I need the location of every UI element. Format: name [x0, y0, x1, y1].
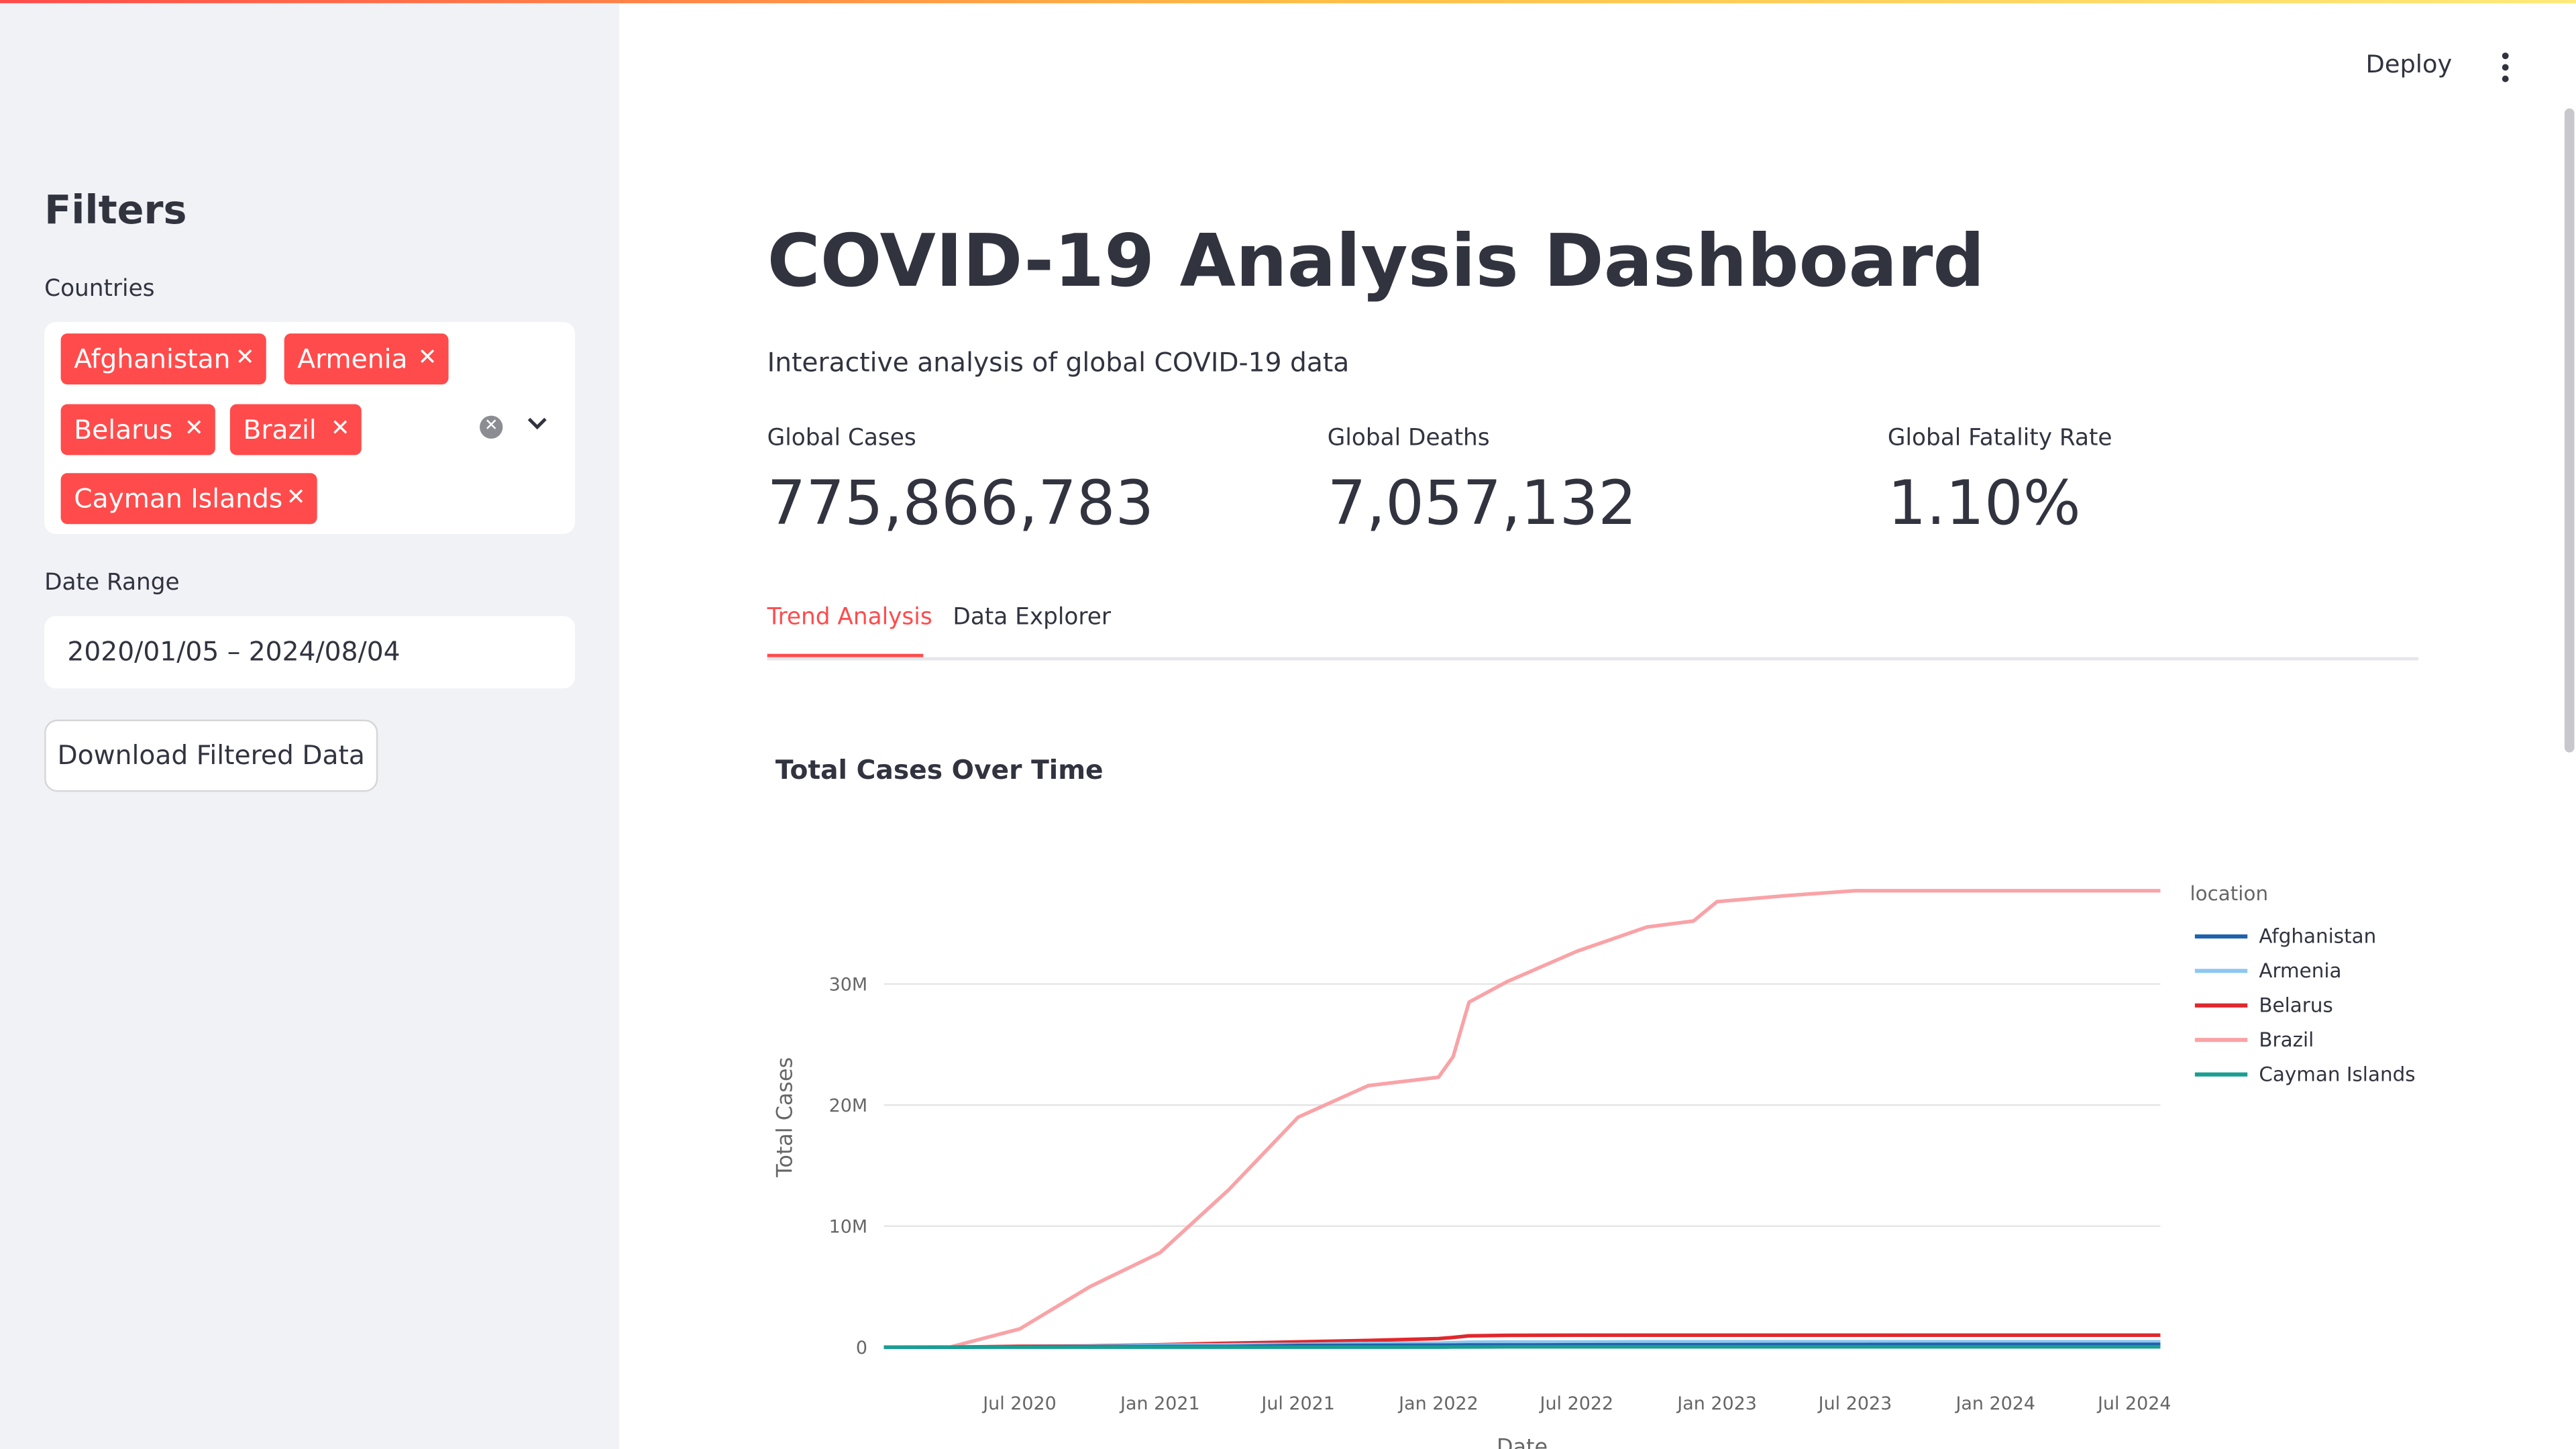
x-tick-label: Jul 2021 [1260, 1393, 1335, 1414]
legend-item: Afghanistan [2259, 925, 2376, 948]
metric-label: Global Deaths [1327, 425, 1490, 452]
country-tag-label: Cayman Islands [74, 483, 283, 515]
download-button[interactable]: Download Filtered Data [44, 719, 378, 792]
metric-value: 1.10% [1887, 468, 2081, 539]
countries-label: Countries [44, 276, 155, 303]
remove-tag-icon[interactable]: ✕ [235, 333, 255, 384]
chart-title: Total Cases Over Time [775, 754, 1104, 786]
country-tag-label: Armenia [297, 343, 408, 375]
page-subtitle: Interactive analysis of global COVID-19 … [767, 346, 1350, 378]
country-tag-label: Brazil [243, 414, 317, 445]
x-tick-label: Jan 2021 [1119, 1393, 1200, 1414]
remove-tag-icon[interactable]: ✕ [184, 404, 204, 455]
metric-label: Global Fatality Rate [1887, 425, 2112, 452]
y-tick-label: 20M [829, 1095, 868, 1116]
x-tick-label: Jul 2024 [2096, 1393, 2171, 1414]
series-line-brazil [883, 889, 2161, 1349]
x-tick-label: Jul 2020 [981, 1393, 1057, 1414]
total-cases-chart[interactable]: 0 10M 20M 30M Jul 2020 Jan 2021 Jul 2021 Jan 20… [756, 854, 2448, 1449]
remove-tag-icon[interactable]: ✕ [286, 473, 306, 524]
tab-data-explorer[interactable]: Data Explorer [953, 604, 1111, 631]
legend-item: Cayman Islands [2259, 1063, 2415, 1085]
y-tick-label: 0 [856, 1338, 867, 1358]
page-title: COVID-19 Analysis Dashboard [767, 220, 1985, 305]
remove-tag-icon[interactable]: ✕ [418, 333, 437, 384]
tab-bar: Trend Analysis Data Explorer [767, 595, 2418, 661]
metric-value: 775,866,783 [767, 468, 1155, 539]
metric-label: Global Cases [767, 425, 916, 452]
country-tag[interactable]: Belarus ✕ [60, 404, 215, 455]
y-tick-label: 30M [829, 975, 868, 996]
legend-item: Armenia [2259, 959, 2341, 982]
country-tag-label: Afghanistan [74, 343, 231, 375]
metric-value: 7,057,132 [1327, 468, 1637, 539]
legend-item: Brazil [2259, 1028, 2314, 1051]
country-tag[interactable]: Afghanistan ✕ [60, 333, 266, 385]
more-options-icon[interactable] [2494, 52, 2517, 83]
clear-all-icon[interactable]: ✕ [480, 415, 503, 439]
country-tag[interactable]: Brazil ✕ [229, 404, 362, 455]
deploy-button[interactable]: Deploy [2366, 49, 2453, 78]
active-tab-indicator [767, 653, 924, 657]
x-tick-label: Jan 2024 [1954, 1393, 2035, 1414]
x-tick-label: Jan 2022 [1397, 1393, 1479, 1414]
chevron-down-icon[interactable] [526, 411, 549, 440]
scrollbar[interactable] [2564, 108, 2575, 753]
countries-multiselect[interactable]: Afghanistan ✕ Armenia ✕ Belarus ✕ Brazil… [44, 322, 576, 534]
y-tick-label: 10M [829, 1217, 868, 1238]
country-tag-label: Belarus [74, 414, 173, 445]
tab-trend-analysis[interactable]: Trend Analysis [767, 604, 932, 631]
x-tick-label: Jul 2023 [1817, 1393, 1892, 1414]
date-range-input[interactable]: 2020/01/05 – 2024/08/04 [44, 616, 576, 689]
sidebar-heading: Filters [44, 187, 187, 233]
country-tag[interactable]: Cayman Islands ✕ [60, 473, 317, 525]
x-tick-label: Jul 2022 [1539, 1393, 1614, 1414]
legend-item: Belarus [2259, 994, 2332, 1017]
country-tag[interactable]: Armenia ✕ [284, 333, 449, 385]
legend-title: location [2190, 882, 2269, 905]
sidebar: Filters Countries Afghanistan ✕ Armenia … [0, 3, 620, 1449]
y-axis-title: Total Cases [771, 1057, 797, 1178]
date-range-label: Date Range [44, 570, 180, 596]
x-tick-label: Jan 2023 [1676, 1393, 1757, 1414]
x-axis-title: Date [1497, 1434, 1548, 1449]
remove-tag-icon[interactable]: ✕ [331, 404, 350, 455]
